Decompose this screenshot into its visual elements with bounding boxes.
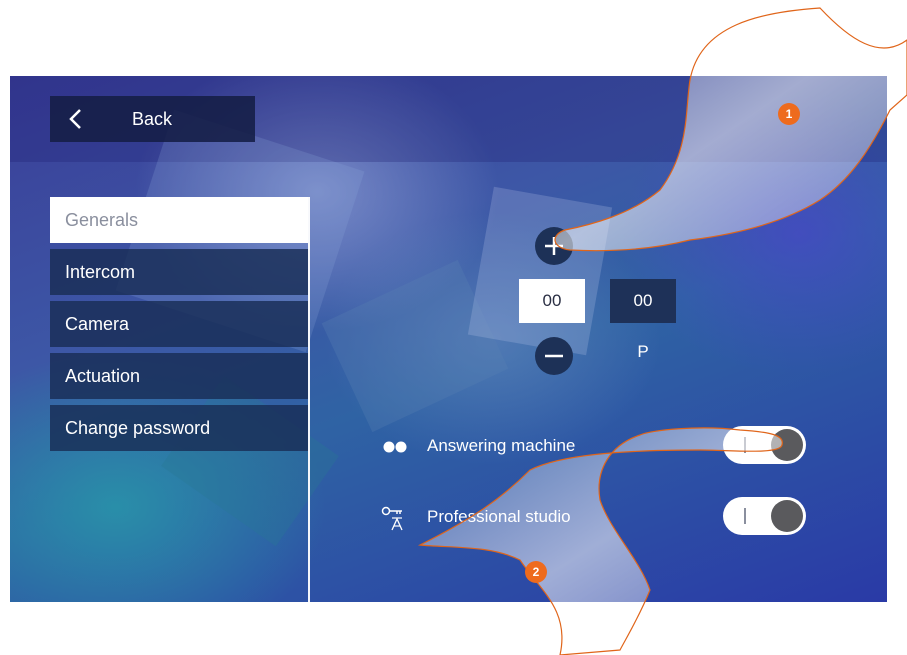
address-field-label: P — [637, 342, 649, 361]
professional-studio-toggle[interactable] — [723, 497, 806, 535]
address-field-right[interactable]: 00 — [610, 279, 676, 323]
plus-icon — [545, 237, 563, 255]
back-button[interactable]: Back — [50, 96, 255, 142]
toggle-knob — [771, 500, 803, 532]
menu-item-intercom[interactable]: Intercom — [50, 249, 308, 295]
increment-button[interactable] — [535, 227, 573, 265]
menu-item-camera[interactable]: Camera — [50, 301, 308, 347]
answering-machine-toggle[interactable] — [723, 426, 806, 464]
toggle-on-mark — [744, 437, 746, 453]
address-field-left[interactable]: 00 — [519, 279, 585, 323]
answering-machine-icon — [383, 441, 407, 453]
professional-studio-label: Professional studio — [427, 507, 571, 526]
step-callout-1: 1 — [778, 103, 800, 125]
background-shape — [467, 186, 613, 356]
menu-item-change-password[interactable]: Change password — [50, 405, 308, 451]
step-callout-2: 2 — [525, 561, 547, 583]
decrement-button[interactable] — [535, 337, 573, 375]
minus-icon — [545, 354, 563, 358]
menu-item-actuation[interactable]: Actuation — [50, 353, 308, 399]
back-label: Back — [132, 109, 173, 129]
chevron-left-icon — [69, 109, 81, 129]
answering-machine-label: Answering machine — [427, 436, 576, 455]
toggle-on-mark — [744, 508, 746, 524]
professional-studio-icon — [381, 506, 403, 531]
panel-divider — [308, 197, 310, 602]
settings-menu: Generals Intercom Camera Actuation Chang… — [50, 197, 308, 457]
toggle-knob — [771, 429, 803, 461]
menu-item-generals[interactable]: Generals — [50, 197, 308, 243]
